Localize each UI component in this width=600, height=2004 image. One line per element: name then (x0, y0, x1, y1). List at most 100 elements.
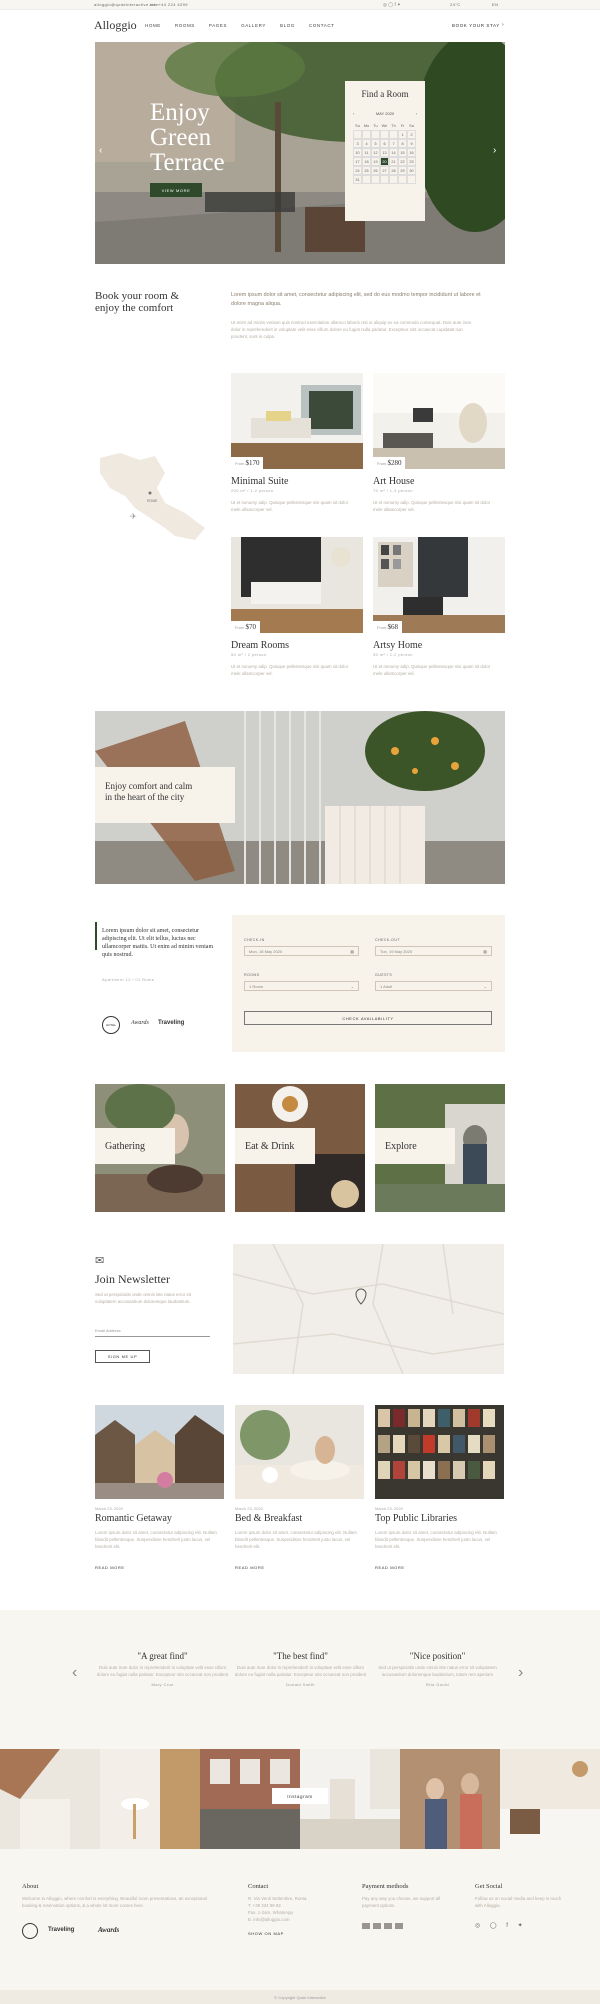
calendar-day[interactable]: 17 (353, 157, 362, 166)
checkin-value: Mon, 18 May 2020 (249, 949, 283, 954)
book-your-stay-link[interactable]: BOOK YOUR STAY (452, 23, 500, 28)
calendar-day[interactable]: 27 (380, 166, 389, 175)
calendar-day[interactable]: 11 (362, 148, 371, 157)
chevron-left-icon[interactable]: ‹ (99, 145, 102, 156)
nav-links: HOME ROOMS PAGES GALLERY BLOG CONTACT (145, 23, 349, 28)
calendar-day[interactable]: 19 (371, 157, 380, 166)
chevron-right-icon[interactable]: › (518, 1664, 523, 1682)
nav-gallery[interactable]: GALLERY (241, 23, 266, 28)
view-more-button[interactable]: VIEW MORE (150, 183, 202, 197)
blog-image-top-public-libraries[interactable] (375, 1405, 504, 1499)
nav-contact[interactable]: CONTACT (309, 23, 335, 28)
calendar-day[interactable]: 1 (398, 130, 407, 139)
category-gathering[interactable]: Gathering (95, 1084, 225, 1212)
checkout-input[interactable]: Tue, 19 May 2020 ▦ (375, 946, 492, 956)
calendar-day[interactable]: 20 (380, 157, 389, 166)
room-image-dream-rooms[interactable]: From $70 (231, 537, 363, 633)
contact-line[interactable]: E. info@alloggio.com (248, 1916, 290, 1923)
read-more-link[interactable]: READ MORE (95, 1565, 125, 1570)
room-image-art-house[interactable]: From $280 (373, 373, 505, 469)
site-logo[interactable]: Alloggio (94, 18, 137, 33)
calendar-day[interactable]: 22 (398, 157, 407, 166)
calendar-day[interactable]: 26 (371, 166, 380, 175)
calendar-day (362, 130, 371, 139)
blog-title[interactable]: Bed & Breakfast (235, 1513, 302, 1524)
card-icon (373, 1923, 381, 1929)
gallery-image[interactable] (500, 1749, 600, 1849)
envelope-icon: ✉ (95, 1255, 105, 1267)
nav-rooms[interactable]: ROOMS (175, 23, 195, 28)
gallery-image[interactable] (0, 1749, 100, 1849)
intro-heading-line-1: Book your room & (95, 290, 180, 302)
calendar-day[interactable]: 6 (380, 139, 389, 148)
check-availability-button[interactable]: CHECK AVAILABILITY (244, 1011, 492, 1025)
room-price: $68 (387, 623, 398, 631)
calendar-day[interactable]: 3 (353, 139, 362, 148)
calendar-day[interactable]: 12 (371, 148, 380, 157)
calendar-day[interactable]: 15 (398, 148, 407, 157)
calendar-day[interactable]: 21 (389, 157, 398, 166)
blog-image-romantic-getaway[interactable] (95, 1405, 224, 1499)
blog-image-bed-breakfast[interactable] (235, 1405, 364, 1499)
nav-pages[interactable]: PAGES (209, 23, 227, 28)
category-explore[interactable]: Explore (375, 1084, 505, 1212)
location-map[interactable] (233, 1244, 504, 1374)
calendar-day[interactable]: 18 (362, 157, 371, 166)
category-eat-drink[interactable]: Eat & Drink (235, 1084, 365, 1212)
blog-title[interactable]: Romantic Getaway (95, 1513, 172, 1524)
next-month-icon[interactable]: › (416, 111, 417, 116)
calendar-day[interactable]: 31 (353, 175, 362, 184)
chevron-right-icon[interactable]: › (493, 145, 496, 156)
room-title[interactable]: Minimal Suite (231, 476, 289, 487)
calendar-day[interactable]: 7 (389, 139, 398, 148)
calendar-day[interactable]: 16 (407, 148, 416, 157)
social-icons[interactable]: ◎ ◯ f ✦ (475, 1922, 527, 1929)
weekday-label: Mo (363, 123, 370, 128)
calendar-day[interactable]: 8 (398, 139, 407, 148)
read-more-link[interactable]: READ MORE (375, 1565, 405, 1570)
calendar-day[interactable]: 30 (407, 166, 416, 175)
traveling-badge-icon: Traveling (48, 1927, 75, 1933)
hero-title: Enjoy Green Terrace (150, 100, 225, 175)
calendar-day[interactable]: 29 (398, 166, 407, 175)
calendar-day[interactable]: 25 (362, 166, 371, 175)
calendar-day[interactable]: 5 (371, 139, 380, 148)
calendar-day[interactable]: 23 (407, 157, 416, 166)
calendar-day[interactable]: 9 (407, 139, 416, 148)
calendar-day[interactable]: 10 (353, 148, 362, 157)
guests-select[interactable]: 1 Adult ⌄ (375, 981, 492, 991)
prev-month-icon[interactable]: ‹ (353, 111, 354, 116)
room-title[interactable]: Dream Rooms (231, 640, 289, 651)
awards-badge-icon: Awards (131, 1020, 149, 1026)
calendar-day[interactable]: 2 (407, 130, 416, 139)
social-icons[interactable]: ◎ ◯ f ✦ (383, 2, 401, 8)
show-on-map-link[interactable]: SHOW ON MAP (248, 1931, 284, 1936)
room-title[interactable]: Artsy Home (373, 640, 422, 651)
blog-title[interactable]: Top Public Libraries (375, 1513, 457, 1524)
calendar-day[interactable]: 28 (389, 166, 398, 175)
gallery-image[interactable] (400, 1749, 500, 1849)
calendar-day[interactable]: 13 (380, 148, 389, 157)
room-image-artsy-home[interactable]: From $68 (373, 537, 505, 633)
calendar-month: MAY 2020 (375, 111, 395, 116)
checkin-label: CHECK-IN (244, 938, 265, 942)
language-select[interactable]: EN (492, 2, 498, 7)
nav-home[interactable]: HOME (145, 23, 161, 28)
rooms-select[interactable]: 1 Room ⌄ (244, 981, 359, 991)
gallery-image[interactable] (100, 1749, 200, 1849)
room-title[interactable]: Art House (373, 476, 414, 487)
instagram-label[interactable]: Instagram (272, 1788, 328, 1804)
email-input[interactable]: Email Address (95, 1326, 210, 1337)
sign-me-up-button[interactable]: SIGN ME UP (95, 1350, 150, 1363)
read-more-link[interactable]: READ MORE (235, 1565, 265, 1570)
topbar-phone[interactable]: tel. +44 224 4299 (150, 2, 188, 7)
calendar-day[interactable]: 24 (353, 166, 362, 175)
newsletter-title: Join Newsletter (95, 1272, 170, 1286)
contact-line: R. Via Venti Settembre, Roma (248, 1896, 307, 1901)
nav-blog[interactable]: BLOG (280, 23, 295, 28)
calendar-day[interactable]: 4 (362, 139, 371, 148)
checkin-input[interactable]: Mon, 18 May 2020 ▦ (244, 946, 359, 956)
chevron-left-icon[interactable]: ‹ (72, 1664, 77, 1682)
room-image-minimal-suite[interactable]: From $170 (231, 373, 363, 469)
calendar-day[interactable]: 14 (389, 148, 398, 157)
